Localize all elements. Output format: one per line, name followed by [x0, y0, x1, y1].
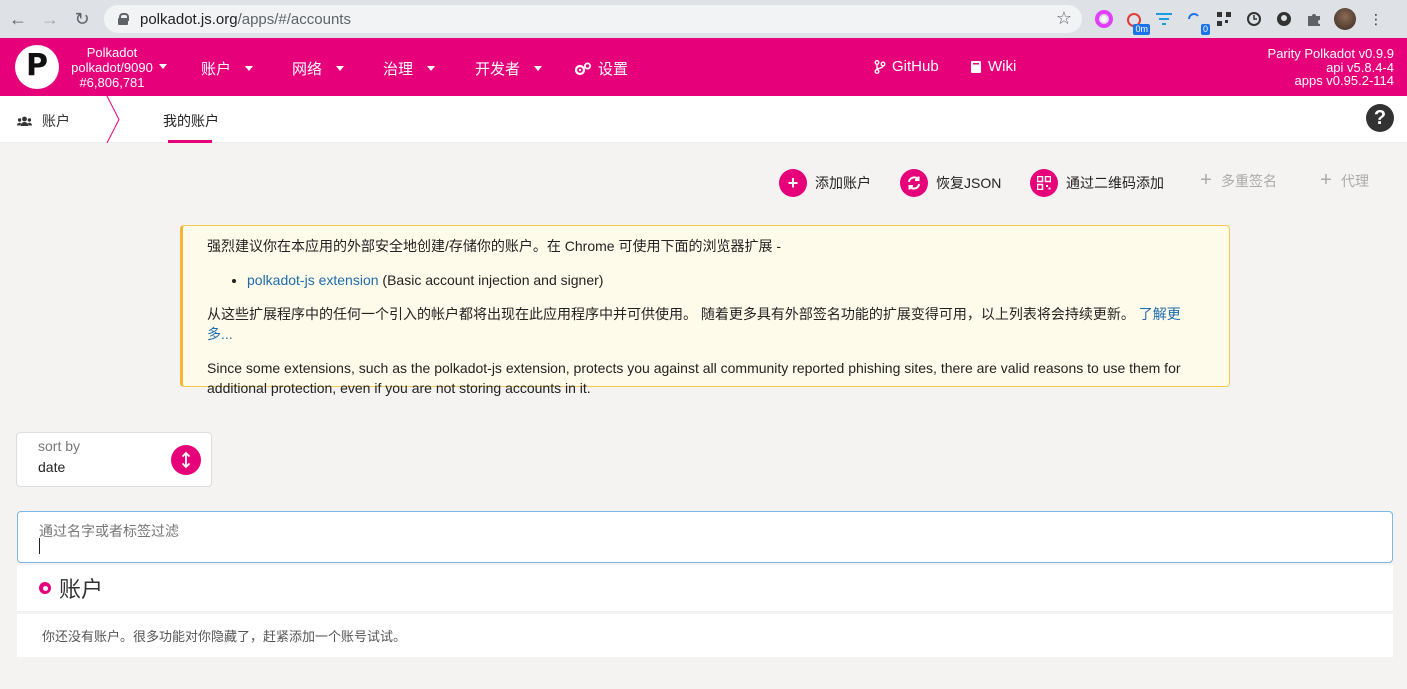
sort-value: date — [38, 459, 66, 475]
puzzle-extensions-icon[interactable] — [1304, 9, 1324, 29]
tab-my-accounts[interactable]: 我的账户 — [163, 111, 219, 131]
github-link[interactable]: GitHub — [874, 58, 939, 75]
breadcrumb-separator — [106, 96, 120, 143]
plus-icon: + — [1320, 169, 1332, 191]
extension-description: (Basic account injection and signer) — [378, 272, 604, 288]
plus-icon: + — [1200, 169, 1212, 191]
filter-field[interactable]: 通过名字或者标签过滤 — [17, 511, 1393, 563]
menu-accounts[interactable]: 账户 — [201, 58, 254, 79]
lock-icon — [118, 13, 129, 25]
app-header: P Polkadot polkadot/9090 #6,806,781 账户 网… — [0, 38, 1407, 96]
chevron-down-icon — [427, 66, 436, 71]
clock-extension-icon[interactable] — [1244, 9, 1264, 29]
extension-badge-time: 0m — [1133, 24, 1150, 35]
alarm-extension-icon[interactable]: 0m — [1124, 9, 1150, 35]
account-actions: + 添加账户 恢复JSON 通过二维码添加 + 多重签名 + 代理 — [0, 169, 1407, 199]
chain-endpoint: polkadot/9090 — [71, 60, 153, 75]
menu-label: 开发者 — [475, 61, 521, 78]
chevron-down-icon — [336, 66, 345, 71]
menu-label: 治理 — [383, 61, 414, 78]
accounts-header: 账户 — [17, 565, 1393, 612]
kebab-menu-icon[interactable]: ⋮ — [1366, 9, 1386, 29]
version-info: Parity Polkadot v0.9.9 api v5.8.4-4 apps… — [1268, 47, 1394, 88]
github-label: GitHub — [892, 58, 939, 75]
add-account-button[interactable]: + 添加账户 — [779, 169, 871, 197]
sort-label: sort by — [38, 438, 81, 454]
menu-network[interactable]: 网络 — [292, 58, 345, 79]
proxy-button[interactable]: + 代理 — [1319, 169, 1369, 192]
sort-dropdown[interactable]: sort by date — [16, 432, 212, 487]
add-via-qr-label: 通过二维码添加 — [1066, 175, 1164, 191]
github-extension-icon[interactable] — [1274, 9, 1294, 29]
users-icon — [17, 116, 32, 126]
filter-extension-icon[interactable] — [1154, 9, 1174, 29]
polkadot-logo[interactable]: P — [15, 45, 59, 89]
menu-settings[interactable]: 设置 — [574, 58, 628, 79]
accounts-empty-message: 你还没有账户。很多功能对你隐藏了，赶紧添加一个账号试试。 — [17, 614, 1393, 657]
sync-icon — [900, 169, 928, 197]
url-path: /apps/#/accounts — [237, 10, 351, 28]
extension-list: polkadot-js extension (Basic account inj… — [247, 270, 1205, 290]
help-icon[interactable]: ? — [1366, 104, 1394, 132]
chain-name: Polkadot — [86, 45, 138, 60]
text-cursor — [39, 538, 40, 554]
menu-developer[interactable]: 开发者 — [475, 58, 543, 79]
notice-line-1: 强烈建议你在本应用的外部安全地创建/存储你的账户。在 Chrome 可使用下面的… — [207, 238, 782, 254]
gears-icon — [574, 62, 591, 75]
extension-notice: 强烈建议你在本应用的外部安全地创建/存储你的账户。在 Chrome 可使用下面的… — [180, 225, 1230, 396]
qrcode-icon — [1030, 169, 1058, 197]
block-number: #6,806,781 — [79, 75, 145, 90]
multisig-button[interactable]: + 多重签名 — [1199, 169, 1277, 192]
profile-avatar[interactable] — [1334, 8, 1356, 30]
polkadot-extension-link[interactable]: polkadot-js extension — [247, 272, 379, 288]
wiki-link[interactable]: Wiki — [970, 58, 1016, 75]
node-version: Parity Polkadot v0.9.9 — [1267, 46, 1394, 61]
address-bar[interactable]: polkadot.js.org /apps/#/accounts ☆ — [104, 5, 1082, 33]
dot-icon — [39, 582, 51, 594]
git-branch-icon — [874, 59, 886, 74]
breadcrumb[interactable]: 账户 — [17, 111, 70, 131]
restore-json-button[interactable]: 恢复JSON — [900, 169, 1001, 197]
wiki-label: Wiki — [988, 58, 1017, 75]
active-tab-indicator — [168, 140, 212, 143]
breadcrumb-label: 账户 — [42, 113, 70, 129]
add-via-qr-button[interactable]: 通过二维码添加 — [1030, 169, 1164, 197]
api-version: api v5.8.4-4 — [1326, 59, 1394, 75]
notice-line-2-text: 从这些扩展程序中的任何一个引入的帐户都将出现在此应用程序中并可供使用。 随着更多… — [207, 306, 1139, 322]
book-icon — [971, 60, 981, 73]
extension-list-item: polkadot-js extension (Basic account inj… — [247, 270, 1205, 290]
plus-icon: + — [779, 169, 807, 197]
notice-line-3: Since some extensions, such as the polka… — [207, 360, 1181, 396]
menu-label: 账户 — [201, 61, 232, 78]
sort-direction-icon[interactable] — [171, 445, 201, 475]
extension-badge-count: 0 — [1200, 24, 1210, 35]
bookmark-star-icon[interactable]: ☆ — [1056, 8, 1072, 29]
menu-label: 网络 — [292, 61, 323, 78]
sub-navigation: 账户 我的账户 — [0, 96, 1407, 143]
restore-json-label: 恢复JSON — [936, 175, 1002, 191]
filter-input[interactable] — [38, 538, 1368, 556]
reload-icon[interactable]: ↻ — [68, 5, 96, 33]
chevron-down-icon — [534, 66, 543, 71]
back-icon[interactable]: ← — [4, 5, 32, 33]
menu-label: 设置 — [598, 61, 629, 78]
url-host: polkadot.js.org — [140, 10, 238, 28]
forward-icon[interactable]: → — [36, 5, 64, 33]
sync-extension-icon[interactable]: 0 — [1184, 9, 1210, 35]
proxy-label: 代理 — [1341, 172, 1369, 189]
chain-selector[interactable]: Polkadot polkadot/9090 #6,806,781 — [64, 45, 160, 90]
accounts-title: 账户 — [59, 577, 104, 602]
chevron-down-icon — [159, 64, 167, 69]
color-wheel-extension-icon[interactable] — [1094, 9, 1114, 29]
add-account-label: 添加账户 — [815, 175, 871, 191]
qr-extension-icon[interactable] — [1214, 9, 1234, 29]
notice-line-2: 从这些扩展程序中的任何一个引入的帐户都将出现在此应用程序中并可供使用。 随着更多… — [207, 304, 1205, 344]
menu-governance[interactable]: 治理 — [383, 58, 436, 79]
multisig-label: 多重签名 — [1221, 172, 1277, 189]
chevron-down-icon — [245, 66, 254, 71]
apps-version: apps v0.95.2-114 — [1294, 73, 1395, 88]
browser-toolbar: ← → ↻ polkadot.js.org /apps/#/accounts ☆… — [0, 0, 1407, 38]
